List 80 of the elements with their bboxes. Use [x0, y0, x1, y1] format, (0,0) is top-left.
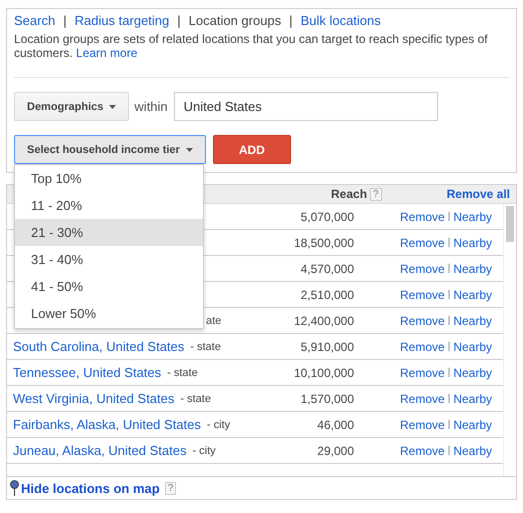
remove-link[interactable]: Remove	[400, 340, 445, 354]
reach-value: 1,570,000	[300, 392, 354, 406]
reach-value: 46,000	[316, 418, 354, 432]
nearby-link[interactable]: Nearby	[453, 314, 492, 328]
reach-value: 4,570,000	[300, 262, 354, 276]
location-field[interactable]: United States	[174, 92, 438, 121]
nav-tab[interactable]: Radius targeting	[74, 13, 170, 28]
hide-map-link[interactable]: Hide locations on map	[21, 480, 160, 496]
reach-value: 18,500,000	[292, 236, 354, 250]
location-type: ate	[206, 314, 222, 326]
map-pin-icon	[10, 480, 19, 496]
add-button[interactable]: ADD	[212, 135, 291, 164]
remove-link[interactable]: Remove	[400, 236, 445, 250]
remove-link[interactable]: Remove	[400, 366, 445, 380]
nearby-link[interactable]: Nearby	[453, 418, 492, 432]
group-type-dropdown[interactable]: Demographics	[14, 92, 130, 121]
scroll-thumb[interactable]	[506, 206, 514, 242]
separator: |	[448, 315, 450, 326]
separator: |	[448, 419, 450, 430]
separator: |	[448, 445, 450, 456]
separator: |	[448, 211, 450, 222]
location-link[interactable]: Tennessee, United States	[13, 365, 162, 380]
reach-value: 12,400,000	[292, 314, 354, 328]
help-icon[interactable]: ?	[370, 188, 382, 200]
location-link[interactable]: Juneau, Alaska, United States	[13, 443, 186, 458]
location-link[interactable]: South Carolina, United States	[13, 339, 184, 354]
nearby-link[interactable]: Nearby	[453, 262, 492, 276]
reach-value: 10,100,000	[292, 366, 354, 380]
separator: |	[448, 263, 450, 274]
nearby-link[interactable]: Nearby	[453, 366, 492, 380]
nearby-link[interactable]: Nearby	[453, 236, 492, 250]
remove-link[interactable]: Remove	[400, 314, 445, 328]
remove-all-link[interactable]: Remove all	[446, 187, 510, 201]
menu-option[interactable]: 31 - 40%	[15, 246, 203, 273]
reach-value: 29,000	[316, 444, 354, 458]
caret-icon	[186, 148, 193, 152]
separator: |	[448, 289, 450, 300]
menu-option[interactable]: 41 - 50%	[15, 273, 203, 300]
remove-link[interactable]: Remove	[400, 210, 445, 224]
reach-value: 5,910,000	[300, 340, 354, 354]
remove-link[interactable]: Remove	[400, 288, 445, 302]
income-tier-dropdown[interactable]: Select household income tier	[14, 135, 206, 164]
menu-option[interactable]: Top 10%	[15, 165, 203, 192]
nav-tab[interactable]: Location groups	[188, 13, 282, 28]
location-type: - state	[190, 340, 221, 352]
nearby-link[interactable]: Nearby	[453, 444, 492, 458]
description-text: Location groups are sets of related locations that you can target to reach specific types of customers. Learn more	[14, 32, 509, 78]
nearby-link[interactable]: Nearby	[453, 392, 492, 406]
location-type: - city	[206, 418, 230, 430]
nav-tab[interactable]: Search	[14, 13, 56, 28]
remove-link[interactable]: Remove	[400, 418, 445, 432]
nearby-link[interactable]: Nearby	[453, 288, 492, 302]
caret-icon	[109, 104, 116, 108]
separator: |	[289, 13, 293, 28]
menu-option[interactable]: Lower 50%	[15, 300, 203, 327]
help-icon[interactable]: ?	[164, 482, 176, 494]
location-link[interactable]: West Virginia, United States	[13, 391, 174, 406]
nearby-link[interactable]: Nearby	[453, 210, 492, 224]
location-type: - state	[180, 392, 211, 404]
location-type: - city	[192, 444, 216, 456]
menu-option[interactable]: 11 - 20%	[15, 192, 203, 219]
learn-more-link[interactable]: Learn more	[76, 46, 138, 60]
separator: |	[448, 341, 450, 352]
separator: |	[448, 393, 450, 404]
remove-link[interactable]: Remove	[400, 444, 445, 458]
menu-option[interactable]: 21 - 30%	[15, 219, 203, 246]
separator: |	[63, 13, 67, 28]
location-link[interactable]: Fairbanks, Alaska, United States	[13, 417, 201, 432]
location-type: - state	[167, 366, 198, 378]
reach-value: 2,510,000	[300, 288, 354, 302]
remove-link[interactable]: Remove	[400, 262, 445, 276]
separator: |	[448, 237, 450, 248]
nearby-link[interactable]: Nearby	[453, 340, 492, 354]
nav-tab[interactable]: Bulk locations	[300, 13, 381, 28]
reach-header: Reach	[331, 187, 368, 201]
reach-value: 5,070,000	[300, 210, 354, 224]
within-label: within	[134, 99, 168, 114]
separator: |	[448, 367, 450, 378]
separator: |	[177, 13, 181, 28]
remove-link[interactable]: Remove	[400, 392, 445, 406]
